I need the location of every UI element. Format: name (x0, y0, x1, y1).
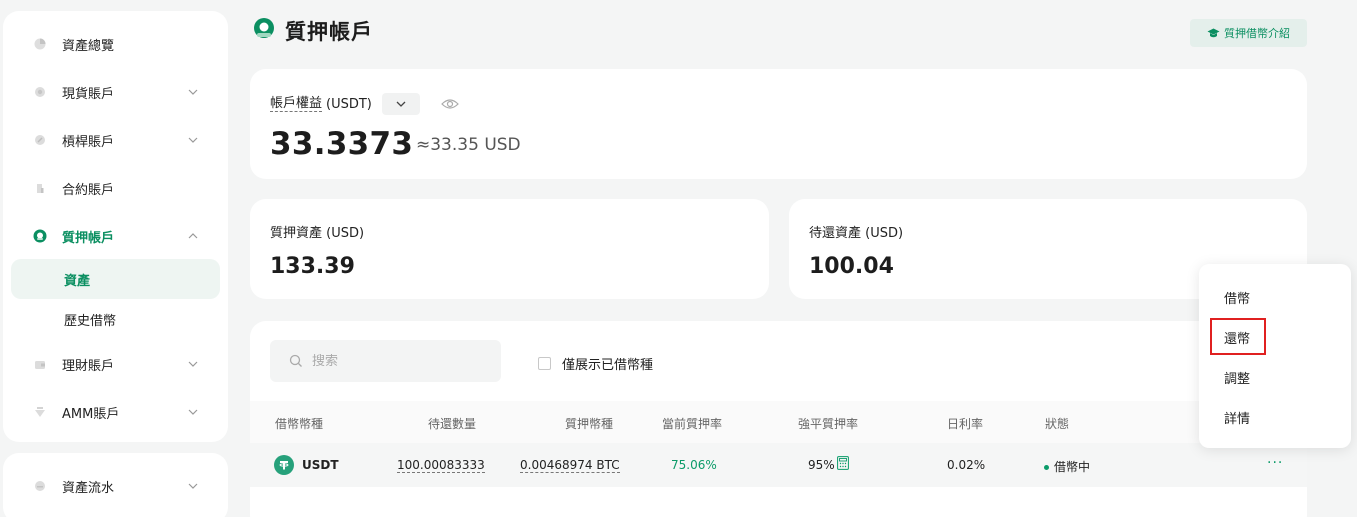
equity-label: 帳戶權益 (270, 96, 323, 112)
sidebar-item-pledge[interactable]: 質押帳戶 (3, 216, 228, 256)
chevron-up-icon (188, 233, 198, 239)
only-borrowed-toggle[interactable]: 僅展示已借幣種 (538, 354, 653, 373)
pledge-icon (33, 229, 47, 243)
chevron-down-icon (188, 483, 198, 489)
sidebar-item-spot[interactable]: 現貨賬戶 (3, 72, 228, 112)
search-icon (289, 354, 303, 368)
sidebar-item-earn[interactable]: 理財賬戶 (3, 344, 228, 384)
sidebar-item-label: 合約賬戶 (62, 182, 115, 198)
chevron-down-icon (188, 137, 198, 143)
history-icon (33, 479, 47, 493)
search-box (270, 340, 501, 382)
repay-label: 待還資產 (USD) (809, 226, 904, 241)
search-input[interactable] (312, 353, 482, 369)
menu-item-adjust[interactable]: 調整 (1224, 368, 1250, 387)
table-row: USDT 100.00083333 0.00468974 BTC 75.06% … (250, 443, 1307, 487)
sidebar-item-futures[interactable]: 合約賬戶 (3, 168, 228, 208)
status-badge: 借幣中 (1044, 458, 1090, 475)
sidebar-subitem-borrow-history[interactable]: 歷史借幣 (11, 299, 220, 339)
repay-value: 100.04 (809, 254, 894, 279)
equity-value: 33.3373 (270, 126, 414, 162)
chevron-down-icon (188, 409, 198, 415)
sidebar-item-margin[interactable]: 槓桿賬戶 (3, 120, 228, 160)
chevron-down-icon (188, 89, 198, 95)
pledge-intro-label: 質押借幣介紹 (1224, 27, 1290, 40)
calculator-icon[interactable] (837, 456, 849, 473)
column-header: 質押幣種 (565, 417, 614, 431)
page-header: 質押帳戶 (252, 16, 373, 46)
equity-approx-usd: ≈33.35 USD (416, 135, 521, 155)
menu-item-borrow[interactable]: 借幣 (1224, 288, 1250, 307)
menu-item-details[interactable]: 詳情 (1224, 408, 1250, 427)
more-actions-button[interactable]: ··· (1267, 455, 1283, 471)
contract-icon (33, 181, 47, 195)
sidebar-item-overview[interactable]: 資產總覽 (3, 24, 228, 64)
chevron-down-icon (188, 361, 198, 367)
leverage-icon (33, 133, 47, 147)
table-header: 借幣幣種 待還數量 質押幣種 當前質押率 強平質押率 日利率 狀態 (250, 401, 1307, 443)
tether-icon (274, 455, 294, 475)
wallet-icon (33, 357, 47, 371)
liquidation-ratio: 95% (808, 458, 835, 472)
column-header: 日利率 (947, 417, 984, 431)
collateral-label: 質押資產 (USD) (270, 226, 365, 241)
only-borrowed-label: 僅展示已借幣種 (562, 358, 654, 373)
column-header: 待還數量 (428, 417, 477, 431)
sidebar: 資產總覽 現貨賬戶 槓桿賬戶 合約賬戶 質押帳戶 資產 歷史借幣 理財賬戶 AM… (3, 11, 228, 442)
column-header: 狀態 (1045, 417, 1070, 431)
only-borrowed-checkbox[interactable] (538, 357, 551, 370)
column-header: 當前質押率 (662, 417, 723, 431)
sidebar-subitem-assets[interactable]: 資產 (11, 259, 220, 299)
status-dot (1044, 465, 1049, 470)
collateral-card: 質押資產 (USD) 133.39 (250, 199, 769, 299)
page-title: 質押帳戶 (285, 20, 373, 44)
loans-table-card: 僅展示已借幣種 借幣幣種 待還數量 質押幣種 當前質押率 強平質押率 日利率 狀… (250, 321, 1307, 517)
amm-icon (33, 405, 47, 419)
sidebar-item-label: 歷史借幣 (64, 313, 117, 329)
daily-rate: 0.02% (947, 458, 986, 472)
collateral-amount: 0.00468974 BTC (520, 458, 620, 473)
equity-unit: (USDT) (326, 96, 372, 112)
equity-card: 帳戶權益 (USDT) 33.3373 ≈33.35 USD (250, 69, 1307, 179)
pie-chart-icon (33, 37, 47, 51)
repay-highlight-box (1210, 318, 1266, 355)
repay-amount: 100.00083333 (397, 458, 485, 473)
sidebar-item-label: 資產 (64, 273, 91, 289)
sidebar-item-label: 槓桿賬戶 (62, 134, 115, 150)
status-text: 借幣中 (1054, 460, 1091, 474)
chevron-down-icon (396, 101, 406, 107)
pledge-icon (252, 17, 276, 45)
row-actions-menu: 借幣 還幣 調整 詳情 (1199, 264, 1351, 448)
sidebar-item-label: 資產流水 (62, 480, 115, 496)
sidebar-item-amm[interactable]: AMM賬戶 (3, 392, 228, 432)
pledge-intro-button[interactable]: 質押借幣介紹 (1190, 19, 1307, 47)
column-header: 借幣幣種 (275, 417, 324, 431)
coin-name: USDT (302, 458, 339, 472)
graduation-cap-icon (1207, 24, 1220, 43)
current-ratio: 75.06% (671, 458, 717, 472)
collateral-value: 133.39 (270, 254, 355, 279)
sidebar-item-label: AMM賬戶 (62, 406, 120, 422)
sidebar-item-asset-history[interactable]: 資產流水 (3, 466, 228, 506)
eye-icon[interactable] (441, 98, 459, 110)
column-header: 強平質押率 (798, 417, 859, 431)
sidebar-secondary: 資產流水 (3, 453, 228, 517)
sidebar-item-label: 質押帳戶 (62, 230, 115, 246)
currency-dropdown[interactable] (381, 93, 420, 115)
sidebar-item-label: 現貨賬戶 (62, 86, 115, 102)
sidebar-item-label: 資產總覽 (62, 38, 115, 54)
coin-icon (33, 85, 47, 99)
sidebar-item-label: 理財賬戶 (62, 358, 115, 374)
